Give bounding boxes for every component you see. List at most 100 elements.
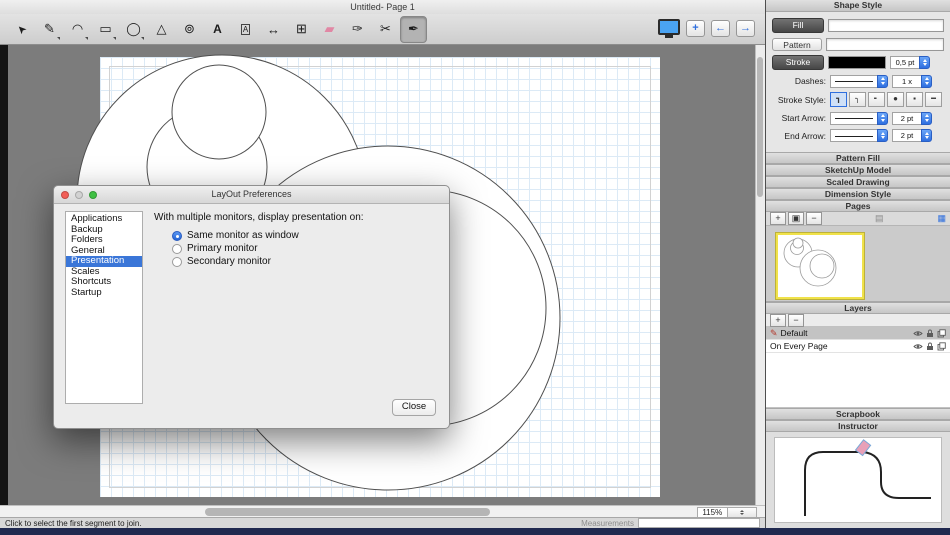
select-tool[interactable]: ➤ [8, 16, 35, 43]
join-tool[interactable]: ✒ [400, 16, 427, 43]
text-tool[interactable]: A [204, 16, 231, 43]
zoom-stepper-icon[interactable] [727, 508, 757, 517]
title-bar[interactable]: Untitled- Page 1 [0, 0, 765, 14]
offset-tool[interactable]: ⊚ [176, 16, 203, 43]
pref-item-startup[interactable]: Startup [66, 288, 142, 299]
stepper-arrows-icon[interactable] [921, 75, 932, 88]
panel-header-scrapbook[interactable]: Scrapbook [766, 408, 950, 420]
stroke-style-miter-button[interactable]: ┓ [830, 92, 847, 107]
panel-header-dimension-style[interactable]: Dimension Style [766, 188, 950, 200]
dashes-dropdown[interactable] [830, 75, 888, 88]
start-presentation-button[interactable] [658, 19, 680, 38]
line-tool[interactable]: ✎ [36, 16, 63, 43]
vertical-scrollbar-thumb[interactable] [757, 57, 763, 197]
panel-header-shape-style[interactable]: Shape Style [766, 0, 950, 12]
circle-shape-small[interactable] [172, 65, 266, 159]
horizontal-scrollbar-thumb[interactable] [205, 508, 490, 516]
layer-row-default[interactable]: ✎ Default [766, 327, 950, 340]
close-button[interactable]: Close [392, 399, 436, 416]
stroke-width-stepper[interactable]: 0,5 pt [890, 56, 930, 69]
dropdown-arrows-icon[interactable] [877, 75, 888, 88]
remove-page-button[interactable]: − [806, 212, 822, 225]
close-window-button[interactable] [61, 191, 69, 199]
split-icon: ✂ [380, 21, 391, 37]
stepper-arrows-icon[interactable] [921, 112, 932, 125]
share-pages-icon[interactable] [937, 329, 946, 338]
arc-tool[interactable]: ◠ [64, 16, 91, 43]
page-thumbnail-selected[interactable] [776, 233, 864, 299]
radio-secondary-monitor[interactable]: Secondary monitor [172, 255, 299, 268]
visibility-eye-icon[interactable] [913, 343, 923, 350]
add-page-button[interactable]: + [770, 212, 786, 225]
radio-same-monitor[interactable]: Same monitor as window [172, 229, 299, 242]
dash-scale-value: 1 x [892, 75, 921, 88]
eraser-tool[interactable]: ▰ [316, 16, 343, 43]
stroke-color-swatch[interactable] [828, 56, 886, 69]
pref-item-shortcuts[interactable]: Shortcuts [66, 277, 142, 288]
panel-header-instructor[interactable]: Instructor [766, 420, 950, 432]
stroke-button[interactable]: Stroke [772, 55, 824, 70]
lock-icon[interactable] [926, 329, 934, 338]
stroke-style-butt-cap-button[interactable]: ╸ [868, 92, 885, 107]
panel-header-pattern-fill[interactable]: Pattern Fill [766, 152, 950, 164]
panel-header-scaled-drawing[interactable]: Scaled Drawing [766, 176, 950, 188]
stepper-arrows-icon[interactable] [921, 129, 932, 142]
stroke-style-round-cap-button[interactable]: ● [887, 92, 904, 107]
next-page-button[interactable]: → [736, 20, 755, 37]
list-view-icon[interactable]: ▤ [875, 213, 884, 224]
remove-layer-button[interactable]: − [788, 314, 804, 327]
split-tool[interactable]: ✂ [372, 16, 399, 43]
zoom-window-button[interactable] [89, 191, 97, 199]
add-page-button[interactable]: + [686, 20, 705, 37]
fill-button[interactable]: Fill [772, 18, 824, 33]
radio-selected-icon[interactable] [172, 231, 182, 241]
circle-tool[interactable]: ◯ [120, 16, 147, 43]
lock-icon[interactable] [926, 342, 934, 351]
radio-primary-monitor[interactable]: Primary monitor [172, 242, 299, 255]
measurements-input[interactable] [638, 518, 760, 528]
add-layer-button[interactable]: + [770, 314, 786, 327]
dash-scale-stepper[interactable]: 1 x [892, 75, 932, 88]
pref-item-applications[interactable]: Applications [66, 214, 142, 225]
preferences-category-list[interactable]: Applications Backup Folders General Pres… [65, 211, 143, 404]
stroke-style-line-button[interactable]: ━ [925, 92, 942, 107]
vertical-scrollbar[interactable] [755, 45, 765, 505]
radio-unselected-icon[interactable] [172, 244, 182, 254]
dimension-tool[interactable]: ↔ [260, 16, 287, 43]
pattern-button[interactable]: Pattern [772, 38, 822, 51]
pref-item-presentation[interactable]: Presentation [66, 256, 142, 267]
pref-item-folders[interactable]: Folders [66, 235, 142, 246]
pages-list[interactable] [766, 226, 950, 302]
end-arrow-dropdown[interactable] [830, 129, 888, 142]
table-tool[interactable]: ⊞ [288, 16, 315, 43]
start-arrow-size-stepper[interactable]: 2 pt [892, 112, 932, 125]
panel-header-pages[interactable]: Pages [766, 200, 950, 212]
dropdown-arrows-icon[interactable] [877, 112, 888, 125]
horizontal-scrollbar[interactable]: 115% [0, 505, 765, 517]
radio-unselected-icon[interactable] [172, 257, 182, 267]
polygon-tool[interactable]: △ [148, 16, 175, 43]
visibility-eye-icon[interactable] [913, 330, 923, 337]
share-pages-icon[interactable] [937, 342, 946, 351]
pattern-swatch[interactable] [826, 38, 944, 51]
instructor-thumbnail [774, 437, 942, 523]
layout-app-window: Untitled- Page 1 ➤ ✎ ◠ ▭ ◯ △ ⊚ A A ↔ ⊞ ▰… [0, 0, 950, 535]
stroke-style-round-join-button[interactable]: ╮ [849, 92, 866, 107]
rectangle-tool[interactable]: ▭ [92, 16, 119, 43]
style-tool[interactable]: ✑ [344, 16, 371, 43]
stepper-arrows-icon[interactable] [919, 56, 930, 69]
layer-row-on-every-page[interactable]: On Every Page [766, 340, 950, 353]
label-tool[interactable]: A [232, 16, 259, 43]
minimize-window-button[interactable] [75, 191, 83, 199]
grid-view-icon[interactable]: ▦ [937, 213, 946, 224]
start-arrow-dropdown[interactable] [830, 112, 888, 125]
previous-page-button[interactable]: ← [711, 20, 730, 37]
dropdown-arrows-icon[interactable] [877, 129, 888, 142]
fill-color-swatch[interactable] [828, 19, 944, 32]
panel-header-layers[interactable]: Layers [766, 302, 950, 314]
end-arrow-size-stepper[interactable]: 2 pt [892, 129, 932, 142]
duplicate-page-button[interactable]: ▣ [788, 212, 804, 225]
stroke-style-square-cap-button[interactable]: ▪ [906, 92, 923, 107]
panel-header-sketchup-model[interactable]: SketchUp Model [766, 164, 950, 176]
dialog-title-bar[interactable]: LayOut Preferences [54, 186, 449, 204]
